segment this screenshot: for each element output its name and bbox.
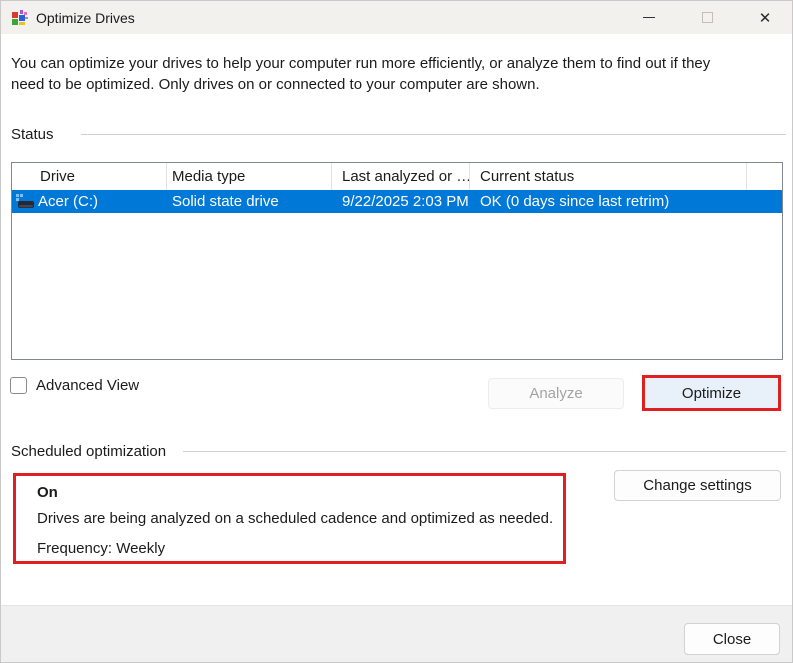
status-group-divider: [81, 134, 786, 135]
column-header-current-status[interactable]: Current status: [470, 163, 747, 190]
defrag-app-icon: [12, 9, 28, 25]
drive-cell: Acer (C:): [12, 193, 167, 210]
column-header-filler: [747, 163, 782, 190]
optimize-drives-window: Optimize Drives ✕ You can optimize your …: [0, 0, 793, 663]
column-header-drive[interactable]: Drive: [12, 163, 167, 190]
scheduled-state: On: [37, 484, 58, 501]
window-title: Optimize Drives: [36, 9, 135, 26]
column-header-media-type[interactable]: Media type: [167, 163, 332, 190]
intro-description: You can optimize your drives to help you…: [11, 55, 711, 93]
media-type-cell: Solid state drive: [172, 193, 279, 210]
close-dialog-button[interactable]: Close: [684, 623, 780, 655]
last-analyzed-cell: 9/22/2025 2:03 PM: [342, 193, 469, 210]
optimize-button[interactable]: Optimize: [645, 378, 778, 408]
drive-list: Drive Media type Last analyzed or … Curr…: [11, 162, 783, 360]
advanced-view-row: Advanced View: [10, 377, 139, 394]
drive-name: Acer (C:): [38, 193, 98, 210]
title-bar: Optimize Drives ✕: [1, 1, 792, 34]
caption-buttons: ✕: [620, 1, 792, 34]
scheduled-frequency: Frequency: Weekly: [37, 540, 166, 557]
scheduled-optimization-annotation-box: On Drives are being analyzed on a schedu…: [13, 473, 566, 564]
analyze-button[interactable]: Analyze: [488, 378, 624, 409]
minimize-button-icon[interactable]: [620, 1, 678, 34]
hard-drive-icon: [16, 193, 34, 208]
column-header-last-analyzed[interactable]: Last analyzed or …: [332, 163, 470, 190]
dialog-footer: Close: [1, 605, 792, 662]
current-status-cell: OK (0 days since last retrim): [480, 193, 670, 210]
scheduled-optimization-group-label: Scheduled optimization: [11, 443, 167, 460]
drive-list-header: Drive Media type Last analyzed or … Curr…: [12, 163, 782, 190]
optimize-annotation-box: Optimize: [642, 375, 781, 411]
scheduled-detail: Drives are being analyzed on a scheduled…: [37, 510, 554, 527]
change-settings-button[interactable]: Change settings: [614, 470, 781, 501]
status-group-label: Status: [11, 126, 54, 143]
close-button-icon[interactable]: ✕: [736, 1, 792, 34]
table-row-drive-c[interactable]: Acer (C:) Solid state drive 9/22/2025 2:…: [12, 190, 782, 213]
maximize-button-icon: [678, 1, 736, 34]
scheduled-optimization-group-divider: [183, 451, 786, 452]
advanced-view-checkbox[interactable]: [10, 377, 27, 394]
advanced-view-label: Advanced View: [36, 377, 140, 394]
